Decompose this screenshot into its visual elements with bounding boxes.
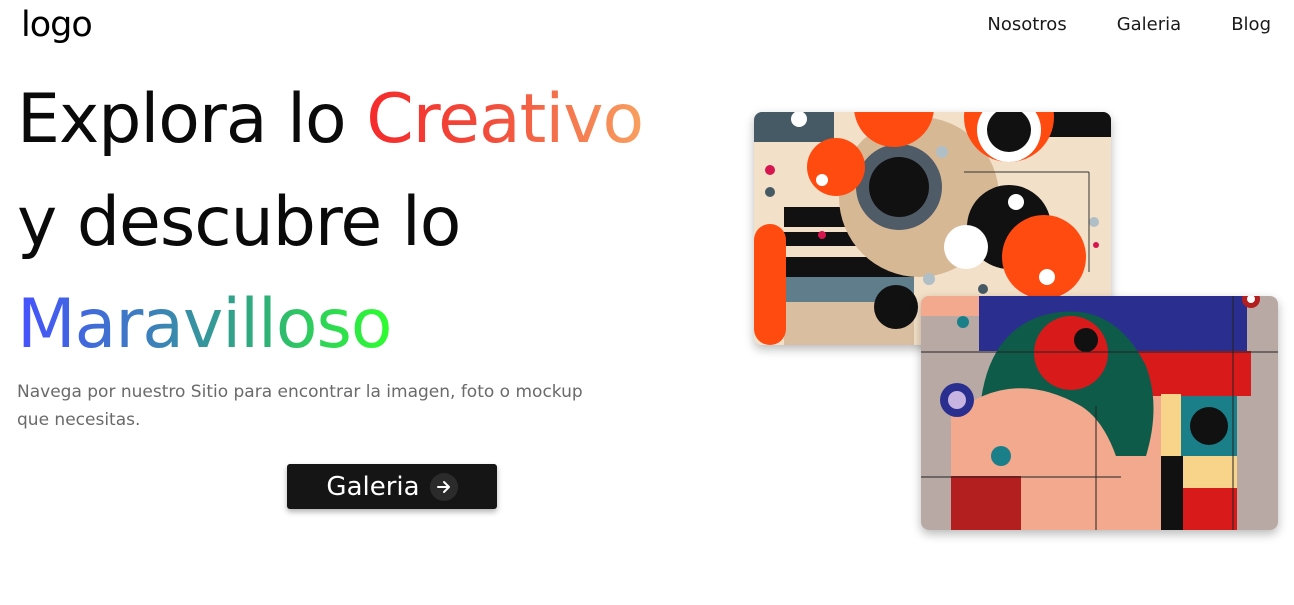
hero-title-line-2: y descubre lo — [17, 183, 461, 262]
hero-title-line-1: Explora lo Creativo — [17, 80, 644, 160]
arrow-right-icon — [429, 472, 458, 501]
nav-link-blog[interactable]: Blog — [1231, 13, 1271, 37]
landing-page: logo Nosotros Galeria Blog Explora lo Cr… — [0, 0, 1294, 605]
hero-title-accent-maravilloso: Maravilloso — [17, 285, 393, 364]
hero-title-accent-creativo: Creativo — [366, 80, 644, 159]
nav-link-nosotros[interactable]: Nosotros — [987, 13, 1066, 37]
nav-link-galeria[interactable]: Galeria — [1117, 13, 1182, 37]
hero-subtitle: Navega por nuestro Sitio para encontrar … — [17, 382, 583, 430]
site-logo[interactable]: logo — [21, 2, 93, 48]
galeria-button-label: Galeria — [326, 471, 420, 502]
top-nav: Nosotros Galeria Blog — [937, 13, 1271, 37]
hero-title-plain: Explora lo — [17, 80, 367, 159]
abstract-artwork-image-2 — [921, 296, 1278, 530]
galeria-button[interactable]: Galeria — [287, 464, 497, 509]
